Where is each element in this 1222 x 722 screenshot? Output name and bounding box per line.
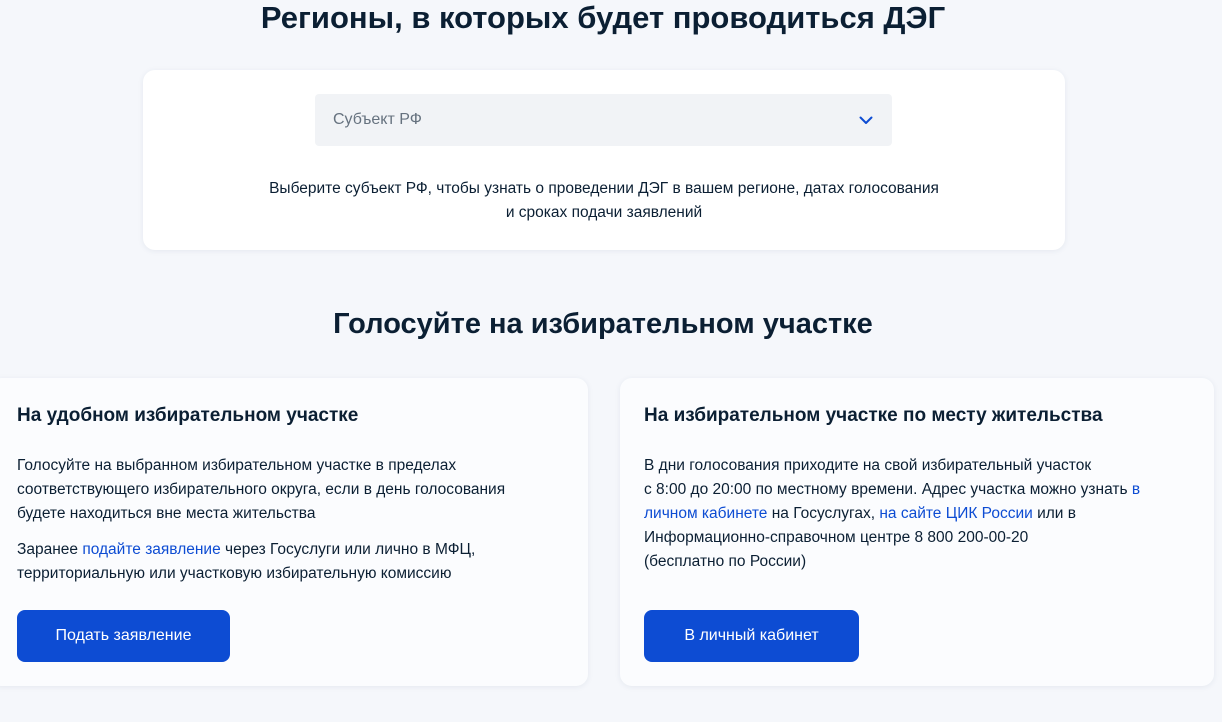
text-line: будете находиться вне места жительства — [17, 505, 316, 522]
region-card: Субъект РФ Выберите субъект РФ, чтобы уз… — [143, 70, 1065, 250]
personal-account-button[interactable]: В личный кабинет — [644, 610, 859, 662]
text-line: Голосуйте на выбранном избирательном уча… — [17, 457, 457, 474]
submit-application-link[interactable]: подайте заявление — [82, 541, 220, 558]
card-title: На удобном избирательном участке — [17, 405, 359, 426]
region-hint-line: Выберите субъект РФ, чтобы узнать о пров… — [269, 180, 939, 197]
text-span: с 8:00 до 20:00 по местному времени. Адр… — [644, 481, 1132, 498]
cik-site-link[interactable]: на сайте ЦИК России — [879, 505, 1032, 522]
text-line: личном кабинете на Госуслугах, на сайте … — [644, 502, 1184, 526]
text-span: Заранее — [17, 541, 83, 558]
chevron-down-icon — [858, 112, 874, 128]
region-select-placeholder: Субъект РФ — [333, 111, 422, 128]
text-line: территориальную или участковую избирател… — [17, 565, 452, 582]
text-line: Заранее подайте заявление через Госуслуг… — [17, 538, 557, 562]
text-line: с 8:00 до 20:00 по местному времени. Адр… — [644, 478, 1184, 502]
text-line: соответствующего избирательного округа, … — [17, 481, 506, 498]
region-hint: Выберите субъект РФ, чтобы узнать о пров… — [143, 177, 1065, 225]
region-select[interactable]: Субъект РФ — [315, 94, 892, 146]
region-hint-line: и сроках подачи заявлений — [505, 204, 703, 221]
text-line: Информационно-справочном центре 8 800 20… — [644, 529, 1029, 546]
text-line: (бесплатно по России) — [644, 553, 807, 570]
page-title: Регионы, в которых будет проводиться ДЭГ — [260, 0, 946, 35]
text-span: на Госуслугах, — [767, 505, 880, 522]
card-paragraph: Голосуйте на выбранном избирательном уча… — [17, 454, 557, 526]
page: Регионы, в которых будет проводиться ДЭГ… — [0, 0, 1222, 722]
card-residence-station: На избирательном участке по месту житель… — [620, 378, 1214, 686]
text-line: В дни голосования приходите на свой изби… — [644, 457, 1092, 474]
card-title: На избирательном участке по месту житель… — [644, 405, 1103, 426]
section-title: Голосуйте на избирательном участке — [333, 308, 873, 340]
submit-application-button[interactable]: Подать заявление — [17, 610, 230, 662]
personal-account-link[interactable]: личном кабинете — [644, 505, 767, 522]
card-paragraph: В дни голосования приходите на свой изби… — [644, 454, 1184, 574]
text-span: через Госуслуги или лично в МФЦ, — [220, 541, 476, 558]
text-span: или в — [1032, 505, 1076, 522]
card-paragraph: Заранее подайте заявление через Госуслуг… — [17, 538, 557, 586]
personal-account-link[interactable]: в — [1132, 481, 1140, 498]
card-convenient-station: На удобном избирательном участке Голосуй… — [0, 378, 588, 686]
